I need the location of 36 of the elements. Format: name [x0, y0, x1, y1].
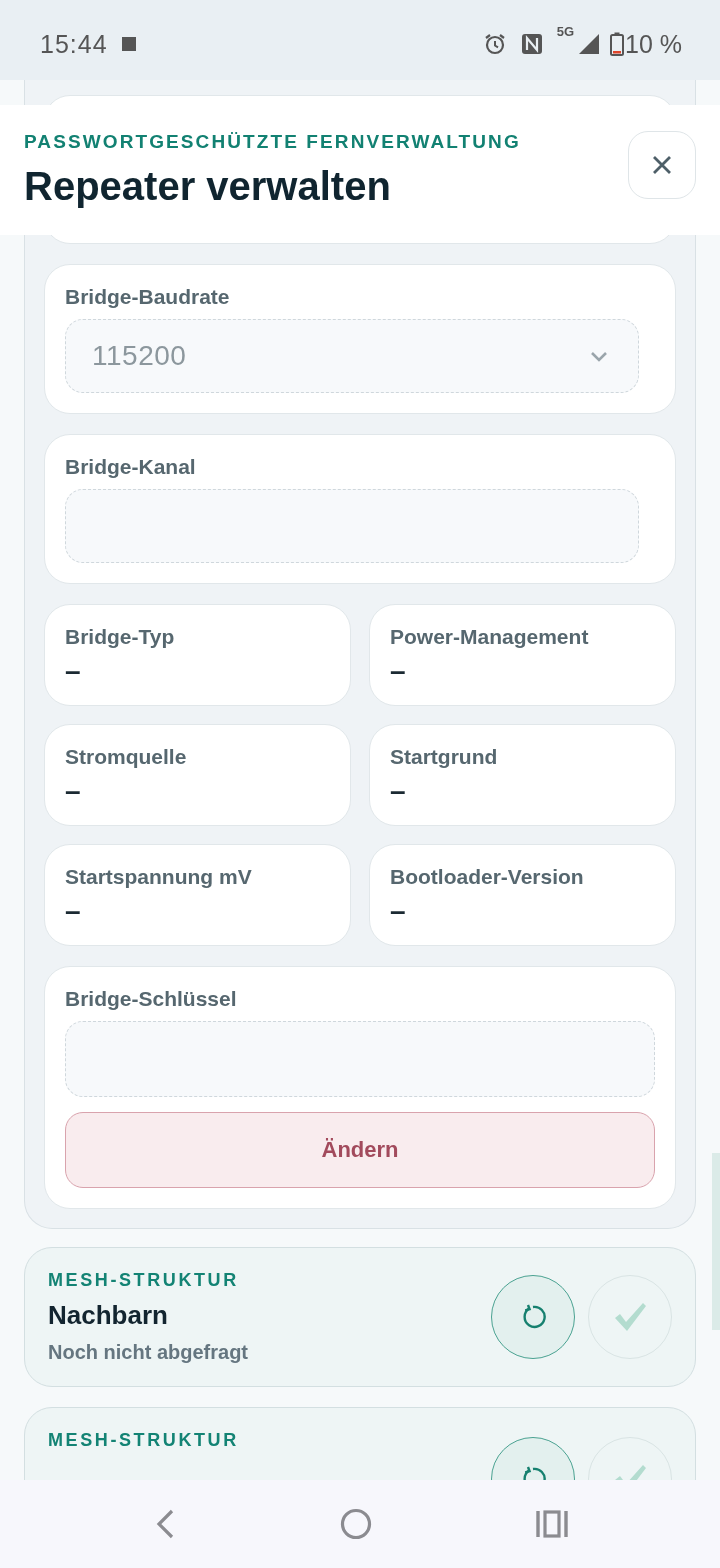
section-kicker: MESH-STRUKTUR — [48, 1429, 239, 1451]
checkmark-icon — [613, 1302, 647, 1332]
field-label: Bridge-Kanal — [65, 455, 197, 479]
back-icon[interactable] — [155, 1509, 175, 1539]
info-value: – — [65, 895, 82, 927]
refresh-icon — [520, 1304, 546, 1330]
info-label: Stromquelle — [65, 745, 188, 769]
battery-icon — [610, 32, 624, 56]
nfc-icon — [520, 33, 543, 55]
section-title: Nachbarn — [48, 1299, 169, 1331]
info-label: Startgrund — [390, 745, 499, 769]
field-label: Bridge-Schlüssel — [65, 987, 238, 1011]
info-value: – — [65, 775, 82, 807]
info-value: – — [390, 775, 407, 807]
battery-percent: 10 % — [625, 29, 682, 59]
field-label: Bridge-Baudrate — [65, 285, 231, 309]
chevron-down-icon — [590, 350, 608, 362]
clock-time: 15:44 — [40, 29, 108, 59]
recent-apps-icon[interactable] — [536, 1510, 568, 1538]
home-icon[interactable] — [339, 1508, 372, 1540]
info-value: – — [65, 655, 82, 687]
info-label: Power-Management — [390, 625, 590, 649]
status-text: Noch nicht abgefragt — [48, 1340, 248, 1365]
info-value: – — [390, 895, 407, 927]
header-subtitle: PASSWORTGESCHÜTZTE FERNVERWALTUNG — [24, 131, 521, 153]
notification-square-icon — [121, 37, 136, 51]
info-label: Bootloader-Version — [390, 865, 585, 889]
close-button[interactable] — [628, 131, 696, 199]
network-type-label: 5G — [556, 23, 574, 39]
section-kicker: MESH-STRUKTUR — [48, 1269, 240, 1291]
signal-icon — [578, 33, 600, 55]
info-label: Bridge-Typ — [65, 625, 176, 649]
close-icon — [652, 155, 672, 175]
info-label: Startspannung mV — [65, 865, 253, 889]
page-title: Repeater verwalten — [24, 163, 392, 209]
info-value: – — [390, 655, 407, 687]
